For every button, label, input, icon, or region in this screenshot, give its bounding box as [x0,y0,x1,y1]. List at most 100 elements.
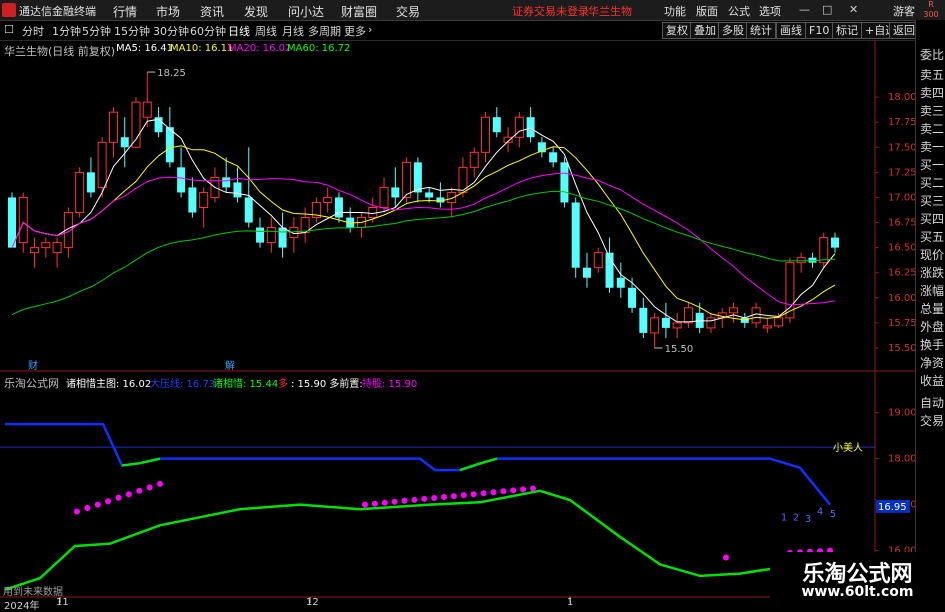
sidebar-volume[interactable]: 总量 [920,300,944,317]
sidebar-bid3[interactable]: 买三 [920,192,944,209]
sidebar-change-pct[interactable]: 涨幅 [920,282,944,299]
x-label-dec: 12 [306,597,319,608]
sidebar-turnover[interactable]: 换手 [920,336,944,353]
menu-wealth[interactable]: 财富圈 [341,3,377,20]
kline-chart[interactable]: 18.00 17.75 17.50 17.25 17.00 16.75 16.50 16.25… [0,40,915,609]
sidebar-auto[interactable]: 自动 [920,394,944,411]
sidebar-ask3[interactable]: 卖三 [920,102,944,119]
candle-body [796,257,806,264]
low-price-label: 15.50 [665,344,694,355]
candle-body [683,307,693,324]
sequence-marker: 3 [805,514,811,525]
sub-value-line: 诸相惜: 15.44 [213,379,279,390]
menu-layout[interactable]: 版面 [696,3,718,19]
candle-body [425,192,434,198]
x-label-year: 2024年 [4,601,40,612]
sidebar-ask5[interactable]: 卖五 [920,66,944,83]
stats-button[interactable]: 统计 [746,22,776,39]
sidebar-bid4[interactable]: 买四 [920,210,944,227]
price-tick-label: 17.25 [888,167,915,178]
future-data-note: 用到未来数据 [3,587,63,598]
more-chevron-icon[interactable]: › [368,23,372,36]
candle-body [379,186,389,208]
candle-body [30,247,40,254]
sequence-marker: 5 [830,509,836,520]
period-15min[interactable]: 15分钟 [114,23,150,39]
sidebar-ask4[interactable]: 卖四 [920,84,944,101]
signal-dot [362,501,368,508]
adjust-button[interactable]: 复权 [662,22,692,39]
period-60min[interactable]: 60分钟 [190,23,226,39]
sub-value-hold: 持股: 15.90 [362,379,418,390]
menu-news[interactable]: 资讯 [200,3,224,20]
candle-body [266,227,276,244]
signal-dot [411,496,418,503]
sidebar-trade[interactable]: 交易 [920,412,944,429]
candle-body [402,161,412,198]
candle-body [774,317,784,327]
ma60-line [11,190,836,316]
x-label-jan: 1 [567,597,574,608]
candle-body [97,141,107,188]
draw-line-button[interactable]: 画线 [776,22,806,39]
period-toolbar: ☐ 分时 1分钟 5分钟 15分钟 30分钟 60分钟 日线 周线 月线 多周期… [0,21,919,41]
period-checkbox-icon[interactable]: ☐ [4,23,14,36]
guest-user[interactable]: 游客 [893,3,915,19]
candle-body [695,312,704,328]
menu-trade[interactable]: 交易 [396,3,420,20]
current-stock-name: 华兰生物 [588,5,632,18]
period-daily[interactable]: 日线 [228,23,250,39]
sidebar-price[interactable]: 现价 [920,246,944,263]
signal-dot [530,485,536,492]
sidebar-ask1[interactable]: 卖一 [920,138,944,155]
login-notice[interactable]: 证券交易未登录 [512,3,589,19]
ma10-value: MA10: 16.11 [170,43,234,54]
app-name: 通达信金融终端 [19,5,96,18]
sidebar-outer-volume[interactable]: 外盘 [920,318,944,335]
mark-button[interactable]: 标记 [832,22,862,39]
menu-ask[interactable]: 问小达 [288,3,324,20]
candle-body [469,151,479,168]
maximize-button[interactable]: □ [822,3,832,16]
menu-formula[interactable]: 公式 [728,3,750,19]
sidebar-net-assets[interactable]: 净资 [920,354,944,371]
period-intraday[interactable]: 分时 [22,23,44,39]
candle-body [650,317,660,334]
menu-function[interactable]: 功能 [664,3,686,19]
menu-options[interactable]: 选项 [759,3,781,19]
minimize-button[interactable]: — [799,3,810,16]
candle-body [323,196,333,203]
f10-button[interactable]: F10 [805,22,834,39]
sidebar-bid2[interactable]: 买二 [920,174,944,191]
period-5min[interactable]: 5分钟 [82,23,111,39]
menu-market-quotes[interactable]: 行情 [113,3,137,20]
menu-discover[interactable]: 发现 [244,3,268,20]
period-more[interactable]: 更多 [344,23,366,39]
period-monthly[interactable]: 月线 [282,23,304,39]
sidebar-earnings[interactable]: 收益 [920,372,944,389]
sidebar-bid1[interactable]: 买一 [920,156,944,173]
sidebar-change[interactable]: 涨跌 [920,264,944,281]
watermark-url: www.60lt.com [801,584,914,600]
close-button[interactable]: ✕ [849,3,858,16]
overlay-button[interactable]: 叠加 [690,22,720,39]
signal-line [4,489,771,591]
candle-body [108,111,118,143]
price-tick-label: 16.75 [888,218,915,229]
annotation-xiaomeiren: 小美人 [833,441,863,454]
price-tick-label: 17.00 [888,192,915,203]
sidebar-ask2[interactable]: 卖二 [920,120,944,137]
period-multi[interactable]: 多周期 [308,23,341,39]
x-label-nov: 11 [56,597,69,608]
candle-body [177,167,186,193]
period-weekly[interactable]: 周线 [255,23,277,39]
signal-dot [105,498,112,505]
period-30min[interactable]: 30分钟 [153,23,189,39]
period-1min[interactable]: 1分钟 [52,23,81,39]
signal-dot [460,492,467,499]
multi-stock-button[interactable]: 多股 [718,22,748,39]
signal-dot [157,480,163,487]
sidebar-order-ratio[interactable]: 委比 [920,46,944,63]
menu-market[interactable]: 市场 [156,3,180,20]
sidebar-bid5[interactable]: 买五 [920,228,944,245]
